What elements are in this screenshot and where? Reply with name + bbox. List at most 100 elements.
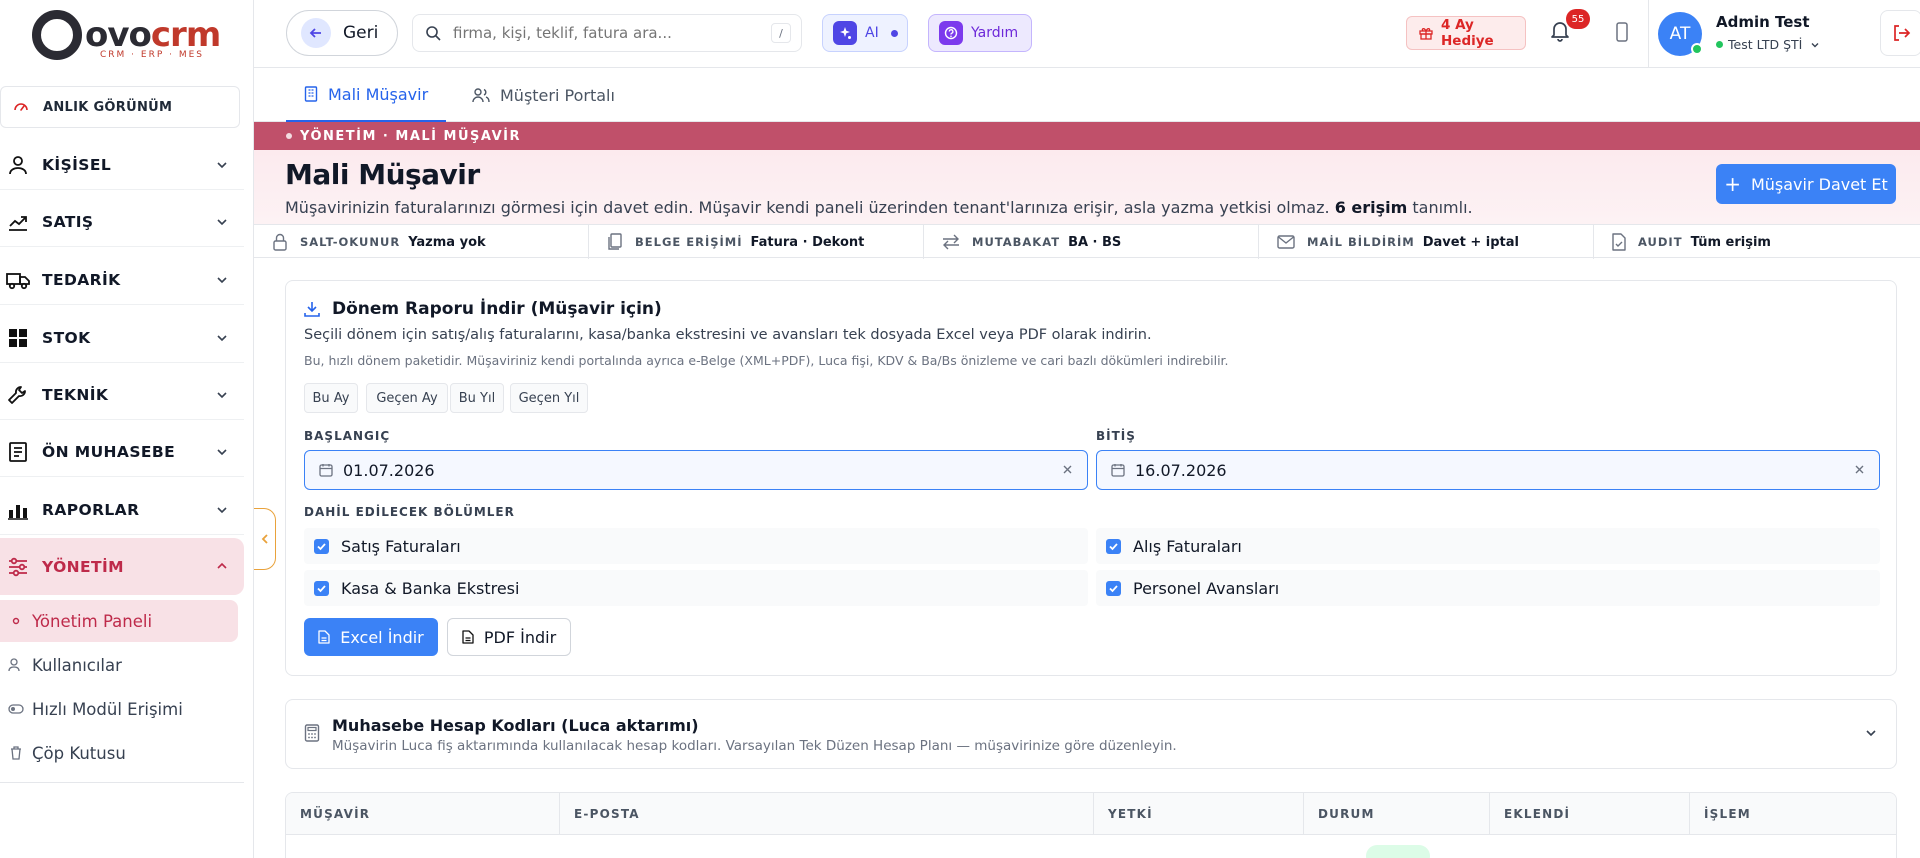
close-icon bbox=[1855, 465, 1864, 474]
building-icon bbox=[304, 86, 328, 102]
swap-arrows-icon bbox=[942, 234, 972, 250]
search-input[interactable] bbox=[453, 24, 753, 42]
clear-end-date-button[interactable] bbox=[1854, 464, 1865, 475]
checkbox-checked-icon[interactable] bbox=[1106, 580, 1121, 596]
notification-count-badge: 55 bbox=[1566, 9, 1590, 29]
info-value: Tüm erişim bbox=[1690, 234, 1771, 250]
sidebar-collapse-button[interactable] bbox=[254, 508, 276, 570]
user-icon bbox=[6, 153, 30, 177]
section-cash-bank-statement[interactable]: Kasa & Banka Ekstresi bbox=[304, 570, 1088, 606]
clear-start-date-button[interactable] bbox=[1062, 464, 1073, 475]
snapshot-view-button[interactable]: ANLIK GÖRÜNÜM bbox=[0, 86, 240, 128]
period-report-note: Bu, hızlı dönem paketidir. Müşaviriniz k… bbox=[304, 353, 1229, 368]
sidebar-item-reports[interactable]: RAPORLAR bbox=[0, 485, 244, 535]
sidebar-item-supply[interactable]: TEDARİK bbox=[0, 255, 244, 305]
section-label: Alış Faturaları bbox=[1133, 536, 1242, 556]
period-report-card: Dönem Raporu İndir (Müşavir için) Seçili… bbox=[285, 280, 1897, 676]
sidebar-item-sales[interactable]: SATIŞ bbox=[0, 197, 244, 247]
section-purchase-invoices[interactable]: Alış Faturaları bbox=[1096, 528, 1880, 564]
sidebar-subitem-quick-module-access[interactable]: Hızlı Modül Erişimi bbox=[0, 688, 238, 730]
sidebar-subitem-users[interactable]: Kullanıcılar bbox=[0, 644, 238, 686]
gift-promo-button[interactable]: 4 Ay Hediye bbox=[1406, 16, 1526, 50]
avatar[interactable]: AT bbox=[1658, 12, 1703, 56]
sidebar-item-technical[interactable]: TEKNİK bbox=[0, 370, 244, 420]
download-pdf-button[interactable]: PDF İndir bbox=[447, 618, 571, 656]
checkbox-checked-icon[interactable] bbox=[314, 538, 329, 554]
chevron-down-icon bbox=[216, 159, 228, 171]
table-row[interactable] bbox=[286, 835, 1896, 858]
checkbox-checked-icon[interactable] bbox=[1106, 538, 1121, 554]
end-date-value: 16.07.2026 bbox=[1135, 460, 1227, 480]
range-last-year-button[interactable]: Geçen Yıl bbox=[510, 383, 588, 413]
column-header-advisor[interactable]: MÜŞAVİR bbox=[286, 793, 560, 835]
sidebar-item-label: TEDARİK bbox=[42, 270, 121, 289]
sidebar-item-personal[interactable]: KİŞİSEL bbox=[0, 140, 244, 190]
info-key: MUTABAKAT bbox=[972, 235, 1061, 249]
period-report-title-text: Dönem Raporu İndir (Müşavir için) bbox=[332, 299, 662, 319]
range-this-month-button[interactable]: Bu Ay bbox=[304, 383, 358, 413]
sidebar-divider bbox=[0, 782, 244, 783]
company-switcher[interactable]: Test LTD ŞTİ bbox=[1716, 37, 1820, 52]
ai-status-dot bbox=[890, 29, 898, 37]
period-report-title: Dönem Raporu İndir (Müşavir için) bbox=[304, 299, 662, 319]
notifications-button[interactable]: 55 bbox=[1550, 9, 1590, 42]
tab-financial-advisor[interactable]: Mali Müşavir bbox=[286, 68, 447, 122]
info-key: AUDIT bbox=[1638, 235, 1683, 249]
sidebar-item-label: SATIŞ bbox=[42, 212, 94, 231]
start-date-field[interactable]: 01.07.2026 bbox=[304, 450, 1088, 490]
info-document-access: BELGE ERİŞİMİ Fatura · Dekont bbox=[589, 225, 924, 259]
column-header-status[interactable]: DURUM bbox=[1304, 793, 1490, 835]
plus-icon: + bbox=[1724, 172, 1741, 196]
search-icon bbox=[425, 25, 441, 41]
back-button[interactable]: Geri bbox=[286, 10, 398, 56]
account-codes-card[interactable]: Muhasebe Hesap Kodları (Luca aktarımı) M… bbox=[285, 699, 1897, 769]
sidebar-subitem-management-panel[interactable]: Yönetim Paneli bbox=[0, 600, 238, 642]
chevron-down-icon bbox=[1810, 40, 1820, 50]
ai-assistant-button[interactable]: AI bbox=[822, 14, 908, 52]
end-date-field[interactable]: 16.07.2026 bbox=[1096, 450, 1880, 490]
page-tabs: Mali Müşavir Müşteri Portalı bbox=[254, 68, 1920, 122]
brand-name-part1: ovo bbox=[85, 15, 152, 55]
sidebar-subitem-trash[interactable]: Çöp Kutusu bbox=[0, 732, 238, 774]
column-header-added[interactable]: EKLENDİ bbox=[1490, 793, 1690, 835]
download-excel-label: Excel İndir bbox=[340, 627, 424, 647]
dot-icon bbox=[8, 617, 24, 625]
user-name: Admin Test bbox=[1716, 13, 1810, 31]
sidebar-item-pre-accounting[interactable]: ÖN MUHASEBE bbox=[0, 427, 244, 477]
account-codes-description: Müşavirin Luca fiş aktarımında kullanıla… bbox=[332, 738, 1177, 754]
range-this-year-button[interactable]: Bu Yıl bbox=[450, 383, 504, 413]
page-description: Müşavirinizin faturalarınızı görmesi içi… bbox=[285, 198, 1473, 217]
mobile-app-button[interactable] bbox=[1616, 22, 1628, 42]
sidebar-item-management[interactable]: YÖNETİM bbox=[0, 538, 244, 595]
column-header-permission[interactable]: YETKİ bbox=[1094, 793, 1304, 835]
section-personnel-advances[interactable]: Personel Avansları bbox=[1096, 570, 1880, 606]
help-button[interactable]: Yardım bbox=[928, 14, 1032, 52]
global-search[interactable]: / bbox=[412, 14, 802, 52]
users-icon bbox=[8, 658, 24, 672]
sidebar-subitem-label: Hızlı Modül Erişimi bbox=[32, 699, 183, 719]
download-excel-button[interactable]: Excel İndir bbox=[304, 618, 438, 656]
tab-customer-portal[interactable]: Müşteri Portalı bbox=[454, 68, 633, 122]
truck-icon bbox=[6, 268, 30, 292]
file-icon bbox=[462, 630, 474, 644]
info-audit: AUDIT Tüm erişim bbox=[1594, 225, 1920, 259]
sidebar-item-stock[interactable]: STOK bbox=[0, 313, 244, 363]
logout-button[interactable] bbox=[1880, 10, 1920, 56]
help-circle-icon bbox=[939, 21, 963, 45]
checkbox-checked-icon[interactable] bbox=[314, 580, 329, 596]
chevron-down-icon bbox=[216, 389, 228, 401]
brand-logo[interactable]: ovocrm CRM · ERP · MES bbox=[32, 10, 221, 60]
mail-icon bbox=[1277, 235, 1307, 249]
sidebar: ovocrm CRM · ERP · MES ANLIK GÖRÜNÜM KİŞ… bbox=[0, 0, 254, 858]
brand-name-part2: crm bbox=[150, 15, 221, 55]
invite-advisor-button[interactable]: + Müşavir Davet Et bbox=[1716, 164, 1896, 204]
calculator-icon bbox=[304, 724, 320, 742]
chevron-down-icon[interactable] bbox=[1864, 726, 1878, 740]
wrench-icon bbox=[6, 383, 30, 407]
calendar-icon bbox=[319, 464, 333, 477]
end-date-label: BİTİŞ bbox=[1096, 429, 1136, 443]
range-last-month-button[interactable]: Geçen Ay bbox=[366, 383, 448, 413]
column-header-action: İŞLEM bbox=[1704, 807, 1751, 821]
column-header-email[interactable]: E-POSTA bbox=[560, 793, 1094, 835]
section-sales-invoices[interactable]: Satış Faturaları bbox=[304, 528, 1088, 564]
